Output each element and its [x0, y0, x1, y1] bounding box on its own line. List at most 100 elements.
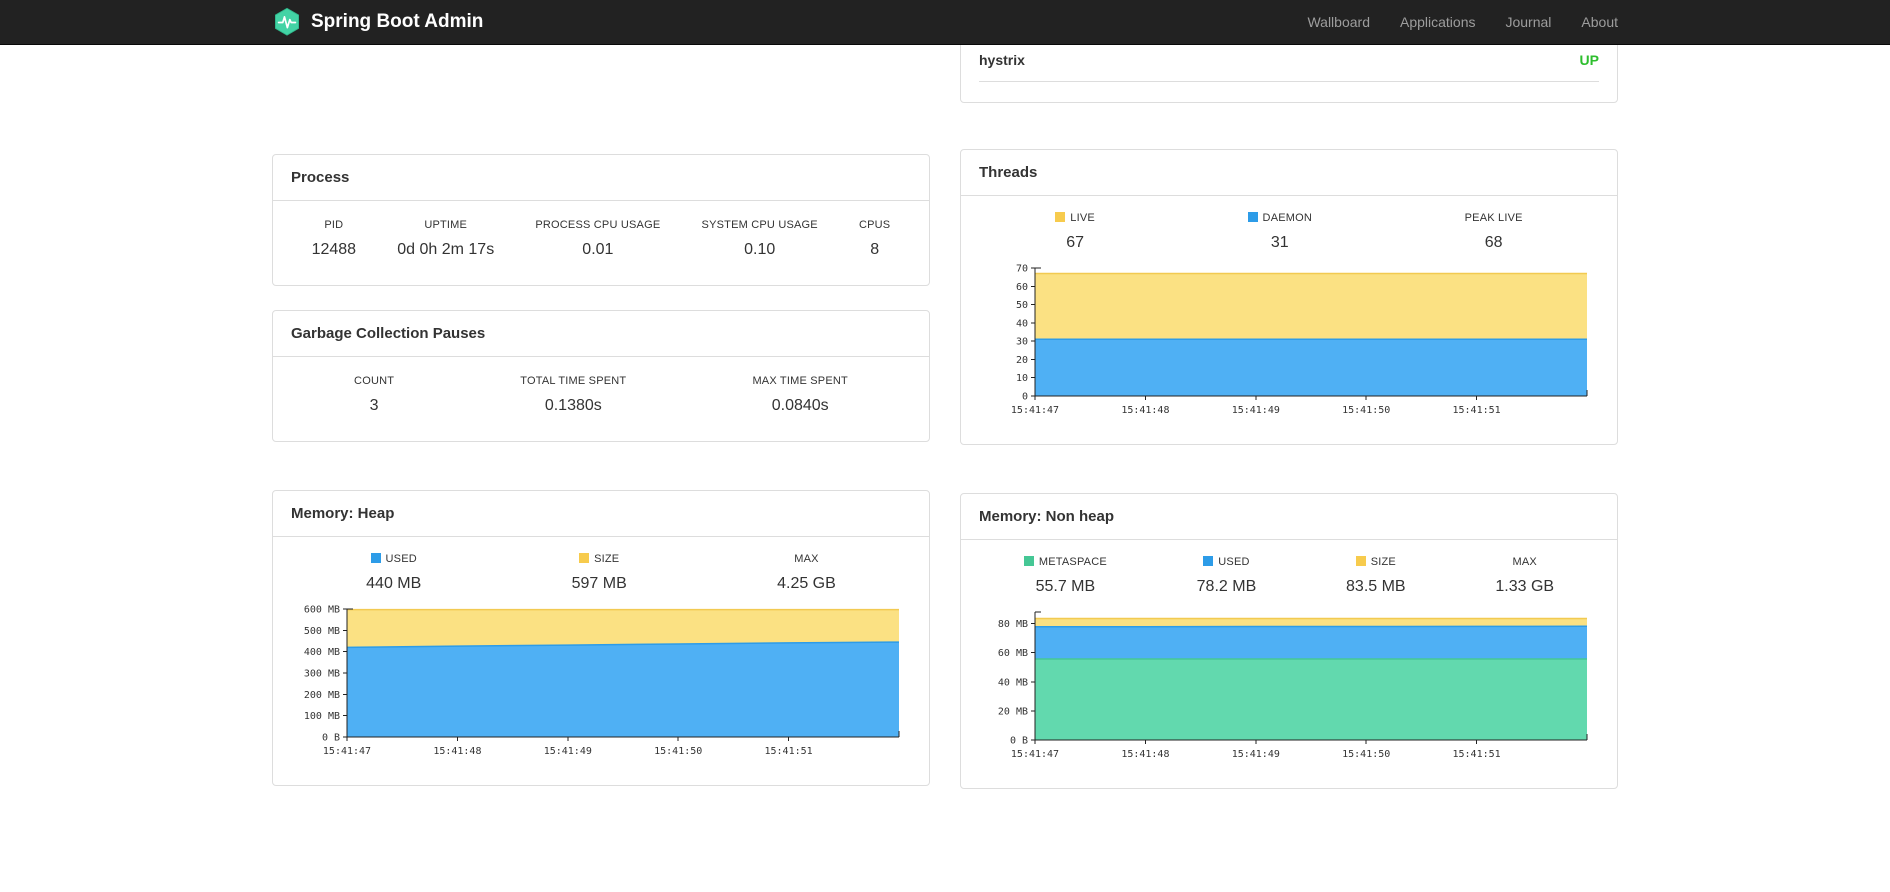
- svg-text:600 MB: 600 MB: [304, 605, 340, 616]
- metric-label: UPTIME: [424, 219, 468, 231]
- used-swatch-icon: [1203, 556, 1214, 566]
- legend-item-max: MAX 1.33 GB: [1495, 556, 1554, 596]
- panel-title: Memory: Heap: [273, 491, 929, 537]
- svg-text:0: 0: [1022, 392, 1028, 403]
- legend-item-size: SIZE 83.5 MB: [1346, 556, 1406, 596]
- legend-item-live: LIVE 67: [1055, 212, 1095, 252]
- legend-item-metaspace: METASPACE 55.7 MB: [1023, 556, 1107, 596]
- svg-text:15:41:47: 15:41:47: [323, 746, 371, 757]
- legend-value: 31: [1270, 234, 1289, 251]
- legend-item-max: MAX 4.25 GB: [777, 553, 836, 593]
- svg-text:40: 40: [1016, 318, 1028, 329]
- metric-value: 3: [369, 397, 379, 414]
- used-swatch-icon: [370, 553, 381, 563]
- nav-item-wallboard[interactable]: Wallboard: [1292, 0, 1385, 45]
- metric-gc-count: COUNT 3: [354, 375, 394, 415]
- metric-label: MAX TIME SPENT: [752, 375, 848, 387]
- panel-title: Process: [273, 155, 929, 201]
- panel-title: Threads: [961, 150, 1617, 196]
- metric-label: PROCESS CPU USAGE: [535, 219, 661, 231]
- svg-text:15:41:49: 15:41:49: [1232, 405, 1280, 416]
- svg-text:20: 20: [1016, 355, 1028, 366]
- metaspace-swatch-icon: [1023, 556, 1034, 566]
- metric-value: 0.01: [582, 241, 614, 258]
- legend-label: METASPACE: [1038, 556, 1107, 568]
- health-row-hystrix: hystrix UP: [979, 40, 1599, 82]
- nav-item-journal[interactable]: Journal: [1490, 0, 1566, 45]
- right-column: hystrix UP Threads LIVE 67 DAEMON 31 PEA…: [945, 39, 1633, 813]
- legend-label: MAX: [794, 553, 819, 565]
- legend-label: DAEMON: [1262, 212, 1313, 224]
- svg-text:100 MB: 100 MB: [304, 711, 340, 722]
- legend-item-used: USED 78.2 MB: [1197, 556, 1256, 596]
- svg-text:15:41:51: 15:41:51: [1453, 749, 1501, 760]
- legend-value: 68: [1484, 234, 1503, 251]
- live-swatch-icon: [1055, 212, 1066, 222]
- left-column: Process PID 12488 UPTIME 0d 0h 2m 17s PR…: [257, 45, 945, 810]
- metric-label: SYSTEM CPU USAGE: [701, 219, 818, 231]
- legend-value: 83.5 MB: [1346, 578, 1406, 595]
- gc-metrics: COUNT 3 TOTAL TIME SPENT 0.1380s MAX TIM…: [291, 375, 911, 415]
- metric-label: TOTAL TIME SPENT: [520, 375, 627, 387]
- health-panel: hystrix UP: [960, 39, 1618, 103]
- nav-item-applications[interactable]: Applications: [1385, 0, 1491, 45]
- panel-title: Garbage Collection Pauses: [273, 311, 929, 357]
- brand-link[interactable]: Spring Boot Admin: [257, 7, 498, 37]
- svg-text:40 MB: 40 MB: [998, 677, 1028, 688]
- content: Process PID 12488 UPTIME 0d 0h 2m 17s PR…: [257, 39, 1633, 813]
- metric-label: COUNT: [354, 375, 395, 387]
- process-metrics: PID 12488 UPTIME 0d 0h 2m 17s PROCESS CP…: [291, 219, 911, 259]
- svg-text:15:41:51: 15:41:51: [1453, 405, 1501, 416]
- heap-panel: Memory: Heap USED 440 MB SIZE 597 MB MAX: [272, 490, 930, 786]
- svg-text:10: 10: [1016, 373, 1028, 384]
- legend-item-used: USED 440 MB: [366, 553, 421, 593]
- gc-panel: Garbage Collection Pauses COUNT 3 TOTAL …: [272, 310, 930, 442]
- svg-text:15:41:47: 15:41:47: [1011, 749, 1059, 760]
- brand-title: Spring Boot Admin: [311, 11, 484, 32]
- nav-item-about[interactable]: About: [1566, 0, 1633, 45]
- svg-text:0 B: 0 B: [1010, 736, 1028, 747]
- metric-process-cpu: PROCESS CPU USAGE 0.01: [535, 219, 660, 259]
- metric-system-cpu: SYSTEM CPU USAGE 0.10: [702, 219, 818, 259]
- metric-value: 8: [870, 241, 880, 258]
- svg-text:80 MB: 80 MB: [998, 619, 1028, 630]
- svg-text:60: 60: [1016, 282, 1028, 293]
- size-swatch-icon: [1355, 556, 1366, 566]
- metric-value: 0d 0h 2m 17s: [397, 241, 495, 258]
- panel-title: Memory: Non heap: [961, 494, 1617, 540]
- legend-label: USED: [1218, 556, 1250, 568]
- legend-value: 1.33 GB: [1495, 578, 1555, 595]
- svg-text:300 MB: 300 MB: [304, 669, 340, 680]
- nonheap-memory-chart: 0 B 20 MB 40 MB 60 MB 80 MB 15:41:47 15:41:48 1…: [979, 604, 1599, 774]
- metric-value: 0.0840s: [771, 397, 829, 414]
- svg-text:200 MB: 200 MB: [304, 690, 340, 701]
- threads-panel: Threads LIVE 67 DAEMON 31 PEAK LIVE 68 0…: [960, 149, 1618, 445]
- svg-text:50: 50: [1016, 300, 1028, 311]
- metric-uptime: UPTIME 0d 0h 2m 17s: [397, 219, 494, 259]
- heap-legend: USED 440 MB SIZE 597 MB MAX 4.25 GB: [291, 553, 911, 593]
- svg-text:15:41:50: 15:41:50: [1342, 749, 1390, 760]
- legend-value: 597 MB: [571, 575, 627, 592]
- legend-label: SIZE: [594, 553, 620, 565]
- metric-gc-max-time: MAX TIME SPENT 0.0840s: [752, 375, 848, 415]
- legend-label: LIVE: [1070, 212, 1095, 224]
- legend-value: 4.25 GB: [777, 575, 836, 592]
- metric-value: 0.1380s: [544, 397, 602, 414]
- svg-text:70: 70: [1016, 264, 1028, 275]
- spring-boot-admin-logo-icon: [272, 7, 302, 37]
- svg-text:15:41:50: 15:41:50: [654, 746, 702, 757]
- health-service-name: hystrix: [979, 52, 1025, 68]
- svg-text:0 B: 0 B: [322, 733, 340, 744]
- svg-text:15:41:49: 15:41:49: [1232, 749, 1280, 760]
- svg-text:20 MB: 20 MB: [998, 706, 1028, 717]
- legend-item-size: SIZE 597 MB: [572, 553, 627, 593]
- svg-text:15:41:48: 15:41:48: [1121, 749, 1169, 760]
- svg-text:15:41:48: 15:41:48: [433, 746, 481, 757]
- metric-label: CPUS: [858, 219, 891, 231]
- svg-text:400 MB: 400 MB: [304, 647, 340, 658]
- navbar: Spring Boot Admin Wallboard Applications…: [0, 0, 1890, 45]
- legend-item-peak-live: PEAK LIVE 68: [1465, 212, 1523, 252]
- page: Spring Boot Admin Wallboard Applications…: [0, 0, 1890, 892]
- nav-links: Wallboard Applications Journal About: [1292, 0, 1633, 45]
- legend-value: 55.7 MB: [1035, 578, 1096, 595]
